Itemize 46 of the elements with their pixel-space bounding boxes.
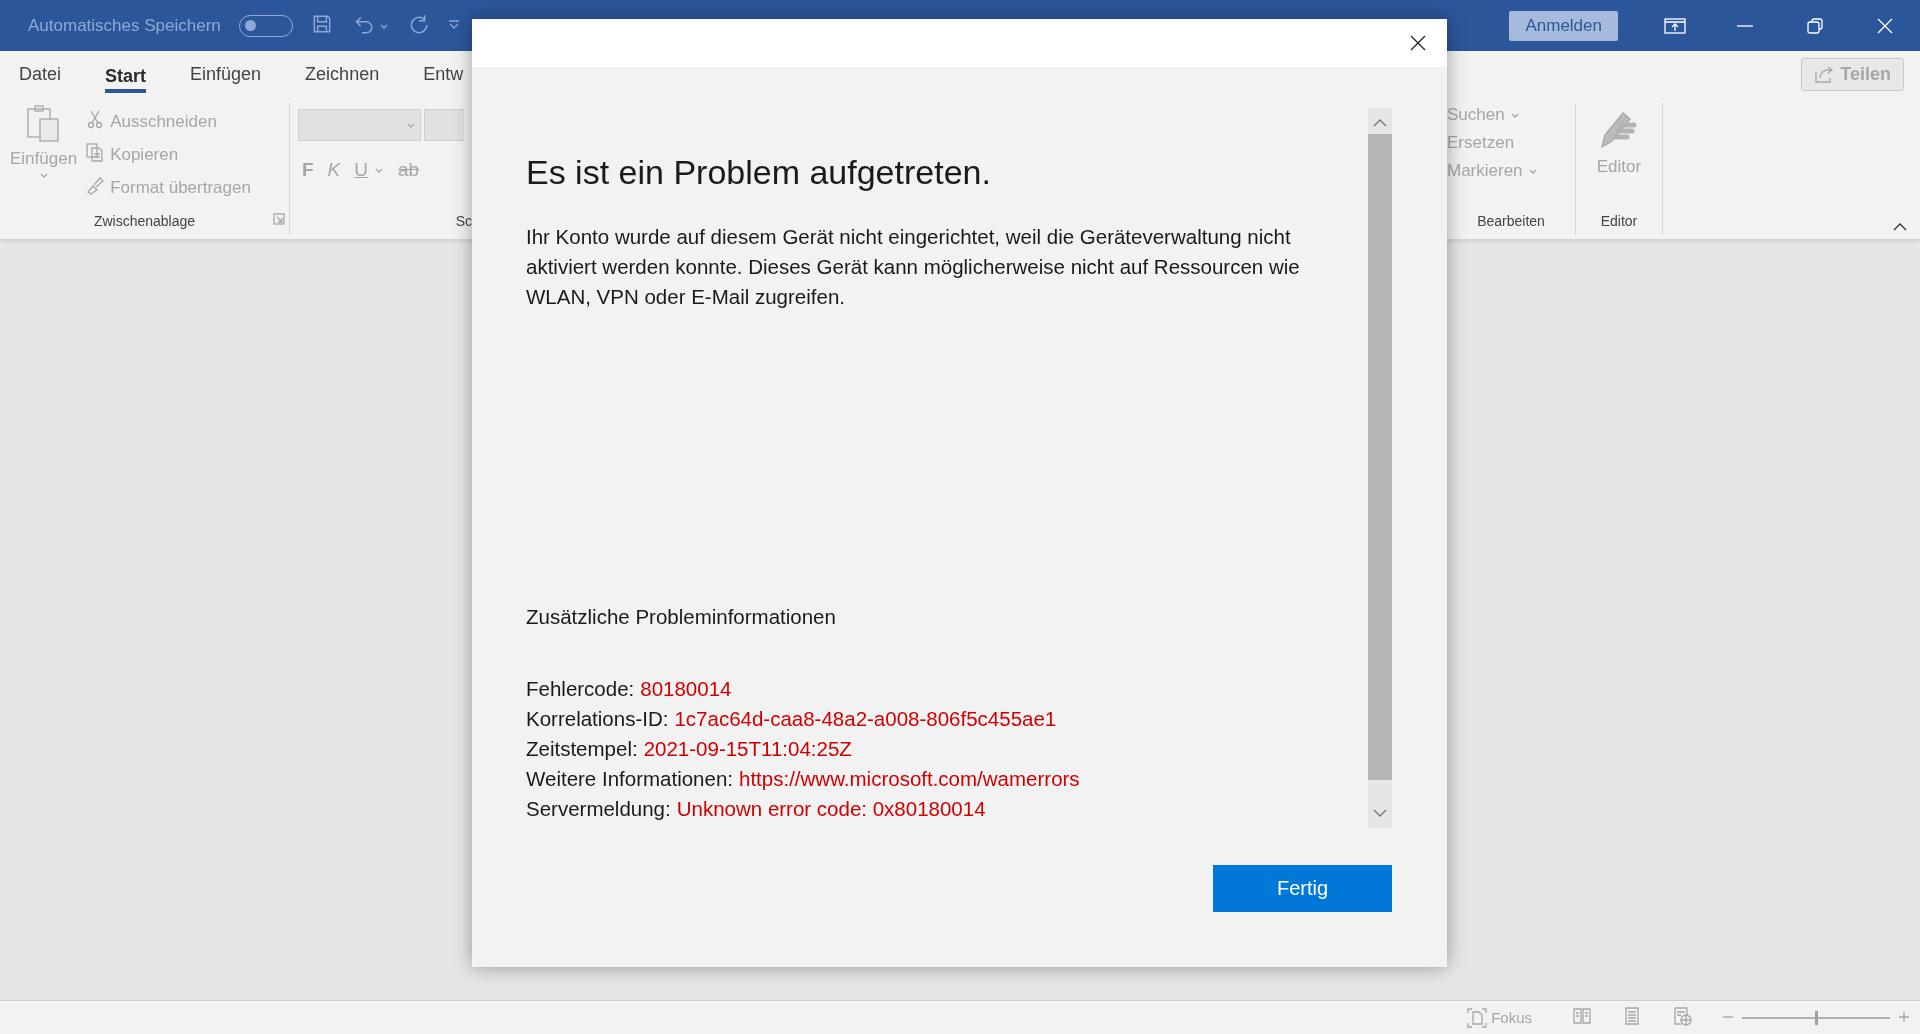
paste-button[interactable]: Einfügen <box>8 103 80 213</box>
group-label: Editor <box>1599 213 1639 231</box>
detail-label: Korrelations-ID: <box>526 706 669 732</box>
ribbon-tab[interactable]: Datei <box>19 59 62 89</box>
share-button[interactable]: Teilen <box>1801 57 1904 91</box>
caret-icon <box>38 171 49 179</box>
ribbon-tab[interactable]: Einfügen <box>190 59 262 89</box>
ribbon-command[interactable]: Format übertragen <box>85 173 251 202</box>
dialog-title: Es ist ein Problem aufgetreten. <box>526 152 992 192</box>
detail-label: Fehlercode: <box>526 676 635 702</box>
error-message: Ihr Konto wurde auf diesem Gerät nicht eingerichtet, weil die Geräteverwaltung nicht aktiviert werden konnte. Dieses Gerät kann möglicherweise nicht auf Ressourcen wie WLAN, VPN oder E-Mail zugreifen. <box>526 224 1301 310</box>
ribbon-command[interactable]: Kopieren <box>85 140 251 169</box>
focus-icon <box>1467 1007 1488 1028</box>
format-button[interactable]: U <box>354 159 369 181</box>
share-icon <box>1814 64 1835 84</box>
detail-value: 80180014 <box>640 676 732 702</box>
detail-label: Servermeldung: <box>526 796 671 822</box>
focus-button[interactable]: Fokus <box>1467 1007 1532 1028</box>
detail-value: 1c7ac64d-caa8-48a2-a008-806f5c455ae1 <box>674 706 1057 732</box>
ribbon-command[interactable]: Markieren <box>1447 159 1575 183</box>
ribbon-command[interactable]: Suchen <box>1447 103 1575 127</box>
ribbon-tab[interactable]: Entw <box>423 59 464 89</box>
format-button[interactable]: ab <box>398 159 420 181</box>
format-button[interactable]: K <box>327 159 341 181</box>
details-heading: Zusätzliche Probleminformationen <box>526 604 837 630</box>
group-label: Bearbeiten <box>1476 213 1546 231</box>
ribbon-tab[interactable]: Zeichnen <box>305 59 380 89</box>
detail-value: https://www.microsoft.com/wamerrors <box>739 766 1080 792</box>
group-label: Sc <box>454 213 472 231</box>
editor-button[interactable]: Editor <box>1590 103 1648 213</box>
scrollbar[interactable] <box>1368 108 1392 828</box>
detail-value: Unknown error code: 0x80180014 <box>676 796 986 822</box>
caret-icon <box>406 121 417 129</box>
done-button[interactable]: Fertig <box>1213 865 1392 912</box>
ribbon-command[interactable]: Ausschneiden <box>85 107 251 136</box>
detail-value: 2021-09-15T11:04:25Z <box>643 736 852 762</box>
format-button[interactable]: F <box>302 159 314 181</box>
close-icon[interactable] <box>1409 34 1427 52</box>
detail-label: Zeitstempel: <box>526 736 638 762</box>
caret-icon[interactable] <box>374 166 385 174</box>
group-label: Zwischenablage <box>93 213 196 231</box>
detail-label: Weitere Informationen: <box>526 766 733 792</box>
sign-in-button[interactable]: Anmelden <box>1509 10 1618 41</box>
ribbon-tab[interactable]: Start <box>105 61 147 93</box>
autosave-label: Automatisches Speichern <box>28 15 221 36</box>
ribbon-command[interactable]: Ersetzen <box>1447 131 1575 155</box>
